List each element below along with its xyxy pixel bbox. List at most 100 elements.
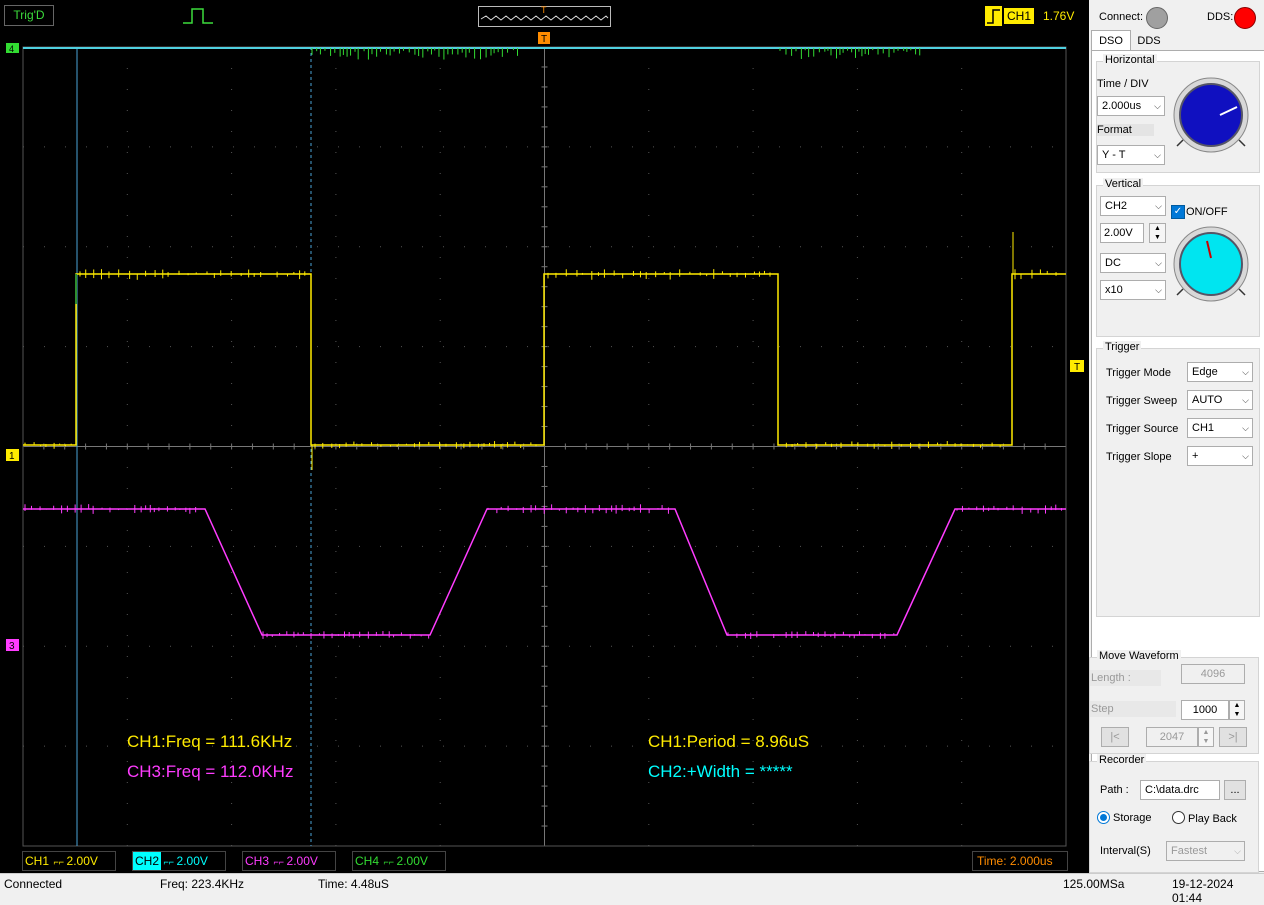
connect-indicator[interactable]	[1146, 7, 1168, 29]
interval-select[interactable]: Fastest ⌵	[1166, 841, 1245, 861]
status-bar: Connected Freq: 223.4KHz Time: 4.48uS 12…	[0, 873, 1264, 905]
ch3-info[interactable]: CH3 ⌐⌐ 2.00V	[242, 851, 336, 871]
step-label: Step	[1090, 701, 1176, 717]
storage-radio[interactable]	[1097, 811, 1110, 824]
ch2-info[interactable]: CH2 ⌐⌐ 2.00V	[132, 851, 226, 871]
position-spinner[interactable]: ▲ ▼	[1198, 727, 1214, 747]
format-value: Y - T	[1102, 149, 1126, 161]
ch1-scale: 2.00V	[66, 854, 98, 868]
vertical-channel-select[interactable]: CH2 ⌵	[1100, 196, 1166, 216]
probe-select[interactable]: x10 ⌵	[1100, 280, 1166, 300]
oscilloscope-display[interactable]: T 4 1 3 T CH1:Freq = 111.6KHz CH3:Freq =…	[0, 32, 1089, 848]
position-value[interactable]: 2047	[1146, 727, 1198, 747]
connect-label: Connect:	[1099, 11, 1144, 23]
ch1-info[interactable]: CH1 ⌐⌐ 2.00V	[22, 851, 116, 871]
length-label: Length :	[1090, 670, 1161, 686]
chevron-down-icon: ⌵	[1155, 285, 1162, 295]
chevron-down-icon: ⌵	[1242, 367, 1249, 377]
chevron-down-icon: ⌵	[1155, 201, 1162, 211]
waveform-position-preview[interactable]: T	[478, 5, 611, 27]
trigger-level-value: 1.76V	[1043, 9, 1075, 23]
chevron-down-icon: ⌵	[1242, 423, 1249, 433]
recorder-title: Recorder	[1097, 754, 1147, 766]
chevron-down-icon: ⌵	[1154, 150, 1161, 160]
control-panel: Connect: DDS: DSO DDS Horizontal Time / …	[1089, 0, 1264, 873]
playback-radio[interactable]	[1172, 811, 1185, 824]
vertical-title: Vertical	[1103, 178, 1144, 190]
ch2-name: CH2	[133, 852, 162, 870]
ch4-info[interactable]: CH4 ⌐⌐ 2.00V	[352, 851, 446, 871]
ch3-scale: 2.00V	[286, 854, 318, 868]
ch4-marker-label: 4	[9, 44, 14, 54]
step-spinner[interactable]: ▲ ▼	[1229, 700, 1245, 720]
path-label: Path :	[1100, 784, 1129, 796]
on-off-checkbox[interactable]: ✓	[1171, 205, 1185, 219]
connection-status: Connected	[4, 877, 63, 891]
volts-div-spinner[interactable]: ▲ ▼	[1149, 223, 1166, 243]
storage-label: Storage	[1113, 812, 1152, 824]
step-value[interactable]: 1000	[1181, 700, 1229, 720]
trigger-source-value: CH1	[1192, 422, 1215, 434]
date-time: 19-12-2024 01:44	[1172, 877, 1234, 905]
channel-info-bar: CH1 ⌐⌐ 2.00V CH2 ⌐⌐ 2.00V CH3 ⌐⌐ 2.00V C…	[0, 848, 1089, 873]
move-to-end-button[interactable]: >|	[1219, 727, 1247, 747]
ch4-name: CH4	[355, 854, 380, 868]
trigger-mode-select[interactable]: Edge ⌵	[1187, 362, 1253, 382]
horizontal-title: Horizontal	[1103, 54, 1157, 66]
chevron-down-icon: ⌵	[1242, 451, 1249, 461]
tab-dds[interactable]: DDS	[1131, 32, 1167, 50]
ch3-noise	[24, 504, 1063, 639]
preview-trigger-marker: T	[541, 5, 547, 15]
waveform-area: T 4 1 3 T	[6, 32, 1084, 847]
trigger-title: Trigger	[1103, 341, 1142, 353]
trigger-slope-select[interactable]: + ⌵	[1187, 446, 1253, 466]
ch1-marker-label: 1	[9, 451, 15, 462]
ch1-name: CH1	[25, 854, 50, 868]
dds-indicator[interactable]	[1234, 7, 1256, 29]
trigger-slope-value: +	[1192, 450, 1199, 462]
status-time: Time: 4.48uS	[318, 877, 389, 891]
browse-button[interactable]: ...	[1224, 780, 1246, 800]
chevron-down-icon: ⌵	[1154, 101, 1161, 111]
tab-dso[interactable]: DSO	[1091, 30, 1131, 51]
path-input[interactable]: C:\data.drc	[1140, 780, 1220, 800]
chevron-down-icon: ⌵	[1155, 258, 1162, 268]
format-select[interactable]: Y - T ⌵	[1097, 145, 1165, 165]
rising-edge-icon	[985, 6, 1002, 26]
trigger-source-label: Trigger Source	[1106, 423, 1179, 435]
length-value: 4096	[1181, 664, 1245, 684]
trigger-slope-label: Trigger Slope	[1106, 451, 1172, 463]
ch4-glitches	[311, 48, 921, 60]
move-waveform-title: Move Waveform	[1097, 650, 1181, 662]
trigger-summary: CH1 1.76V	[985, 6, 1080, 26]
trigger-sweep-value: AUTO	[1192, 394, 1223, 406]
move-to-start-button[interactable]: |<	[1101, 727, 1129, 747]
volts-div-knob[interactable]	[1171, 224, 1253, 304]
interval-value: Fastest	[1171, 845, 1208, 857]
trigger-mode-label: Trigger Mode	[1106, 367, 1172, 379]
ch1-noise	[24, 269, 1057, 449]
time-div-select[interactable]: 2.000us ⌵	[1097, 96, 1165, 116]
on-off-label: ON/OFF	[1186, 206, 1228, 218]
coupling-select[interactable]: DC ⌵	[1100, 253, 1166, 273]
sample-rate: 125.00MSa	[1063, 877, 1125, 891]
ch3-freq-measurement: CH3:Freq = 112.0KHz	[127, 762, 294, 781]
trigger-sweep-label: Trigger Sweep	[1106, 395, 1178, 407]
trigger-source-select[interactable]: CH1 ⌵	[1187, 418, 1253, 438]
trigger-sweep-select[interactable]: AUTO ⌵	[1187, 390, 1253, 410]
graticule	[22, 46, 1066, 846]
time-div-knob[interactable]	[1171, 76, 1253, 156]
ch3-marker-label: 3	[9, 641, 15, 652]
trigger-group: Trigger	[1096, 341, 1260, 617]
ch4-scale: 2.00V	[396, 854, 428, 868]
time-base-info: Time: 2.000us	[972, 851, 1068, 871]
trigger-level-marker-label: T	[1074, 362, 1080, 373]
volts-div-value[interactable]: 2.00V	[1100, 223, 1144, 243]
dds-label: DDS:	[1207, 11, 1234, 23]
scope-top-bar: Trig'D T CH1 1.76V	[0, 0, 1089, 32]
vertical-channel-value: CH2	[1105, 200, 1128, 212]
status-frequency: Freq: 223.4KHz	[160, 877, 245, 891]
ch2-width-measurement: CH2:+Width = *****	[648, 762, 793, 781]
trigger-position-label: T	[541, 34, 547, 45]
ch1-period-measurement: CH1:Period = 8.96uS	[648, 732, 810, 751]
